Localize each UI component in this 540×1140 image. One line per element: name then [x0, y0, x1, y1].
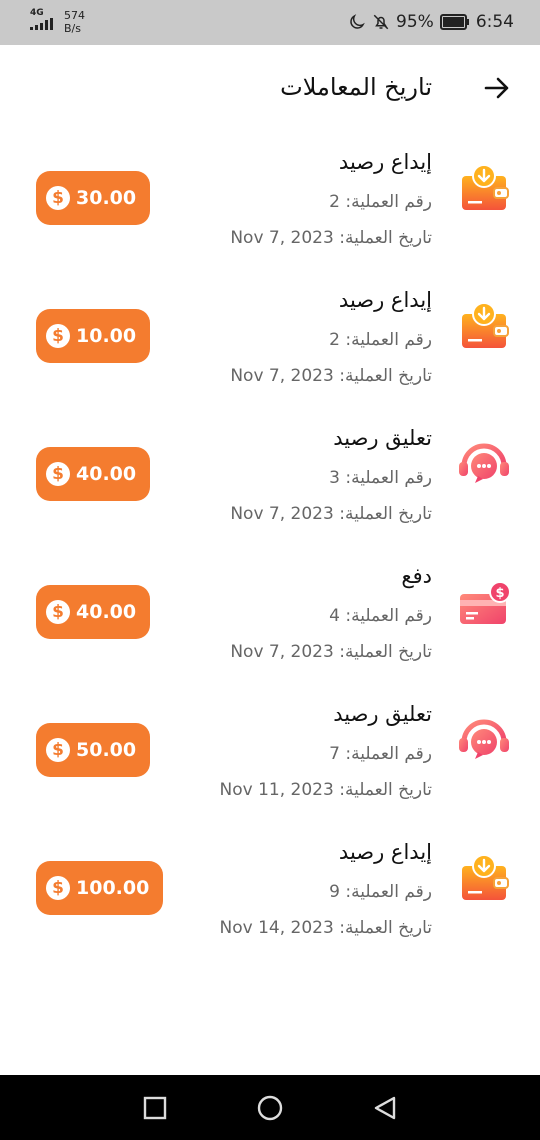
app-header: تاريخ المعاملات	[0, 45, 540, 131]
transaction-number: رقم العملية: 7	[329, 744, 432, 764]
battery-percent: 95%	[396, 12, 434, 32]
op-number-value: 3	[329, 468, 340, 488]
transaction-type: إيداع رصيد	[338, 288, 432, 312]
op-number-label: رقم العملية:	[345, 606, 432, 626]
amount-badge[interactable]: $ 50.00	[36, 723, 151, 777]
transaction-number: رقم العملية: 2	[329, 192, 432, 212]
amount-badge[interactable]: $ 40.00	[36, 585, 151, 639]
op-date-value: Nov 7, 2023	[230, 642, 334, 662]
square-icon	[143, 1096, 167, 1120]
transaction-date: تاريخ العملية: Nov 14, 2023	[220, 918, 432, 938]
transaction-row[interactable]: إيداع رصيد رقم العملية: 9 تاريخ العملية:…	[0, 828, 540, 966]
amount-badge[interactable]: $ 40.00	[36, 447, 151, 501]
op-date-label: تاريخ العملية:	[339, 642, 432, 662]
transaction-row[interactable]: تعليق رصيد رقم العملية: 7 تاريخ العملية:…	[0, 690, 540, 828]
op-number-value: 2	[329, 330, 340, 350]
op-date-label: تاريخ العملية:	[339, 918, 432, 938]
dollar-icon: $	[46, 600, 70, 624]
network-indicator: 4G	[30, 9, 56, 33]
op-date-label: تاريخ العملية:	[339, 780, 432, 800]
amount-value: 30.00	[76, 187, 137, 209]
transaction-type: إيداع رصيد	[338, 150, 432, 174]
op-date-value: Nov 7, 2023	[230, 228, 334, 248]
signal-icon	[30, 18, 53, 30]
transaction-date: تاريخ العملية: Nov 7, 2023	[230, 642, 432, 662]
svg-text:$: $	[495, 586, 504, 601]
page-title: تاريخ المعاملات	[280, 73, 432, 101]
amount-value: 40.00	[76, 463, 137, 485]
dollar-icon: $	[46, 738, 70, 762]
transaction-date: تاريخ العملية: Nov 7, 2023	[230, 504, 432, 524]
bell-off-icon	[373, 14, 389, 30]
home-button[interactable]	[257, 1095, 283, 1121]
amount-value: 10.00	[76, 325, 137, 347]
dollar-icon: $	[46, 462, 70, 486]
speed-unit: B/s	[64, 22, 81, 35]
op-number-label: رقم العملية:	[345, 192, 432, 212]
recents-button[interactable]	[142, 1095, 168, 1121]
card-payment-icon: $	[456, 576, 512, 632]
op-date-label: تاريخ العملية:	[339, 366, 432, 386]
moon-icon	[350, 14, 365, 29]
wallet-deposit-icon	[456, 852, 512, 908]
op-number-label: رقم العملية:	[345, 468, 432, 488]
support-headset-icon	[456, 714, 512, 770]
wallet-deposit-icon	[456, 162, 512, 218]
dollar-icon: $	[46, 324, 70, 348]
amount-value: 50.00	[76, 739, 137, 761]
amount-value: 100.00	[76, 877, 150, 899]
transaction-number: رقم العملية: 9	[329, 882, 432, 902]
transaction-date: تاريخ العملية: Nov 7, 2023	[230, 228, 432, 248]
amount-badge[interactable]: $ 10.00	[36, 309, 151, 363]
navigation-bar	[0, 1075, 540, 1140]
battery-icon	[439, 14, 470, 30]
support-headset-icon	[456, 438, 512, 494]
transaction-number: رقم العملية: 3	[329, 468, 432, 488]
transaction-row[interactable]: إيداع رصيد رقم العملية: 2 تاريخ العملية:…	[0, 138, 540, 276]
dollar-icon: $	[46, 876, 70, 900]
transaction-number: رقم العملية: 4	[329, 606, 432, 626]
amount-badge[interactable]: $ 30.00	[36, 171, 151, 225]
op-date-value: Nov 7, 2023	[230, 504, 334, 524]
clock: 6:54	[475, 12, 514, 32]
op-date-label: تاريخ العملية:	[339, 504, 432, 524]
status-right: 95% 6:54	[348, 12, 514, 32]
transaction-type: دفع	[401, 564, 432, 588]
network-speed: 574 B/s	[64, 9, 85, 35]
op-date-value: Nov 11, 2023	[219, 780, 334, 800]
op-number-value: 4	[329, 606, 340, 626]
triangle-back-icon	[374, 1096, 396, 1120]
op-number-value: 7	[329, 744, 340, 764]
op-date-value: Nov 7, 2023	[230, 366, 334, 386]
op-date-label: تاريخ العملية:	[339, 228, 432, 248]
op-number-value: 2	[329, 192, 340, 212]
transaction-row[interactable]: $ دفع رقم العملية: 4 تاريخ العملية: Nov …	[0, 552, 540, 690]
transaction-number: رقم العملية: 2	[329, 330, 432, 350]
amount-badge[interactable]: $ 100.00	[36, 861, 164, 915]
back-nav-button[interactable]	[372, 1095, 398, 1121]
op-number-value: 9	[329, 882, 340, 902]
transaction-list: إيداع رصيد رقم العملية: 2 تاريخ العملية:…	[0, 138, 540, 966]
transaction-type: إيداع رصيد	[338, 840, 432, 864]
transaction-row[interactable]: تعليق رصيد رقم العملية: 3 تاريخ العملية:…	[0, 414, 540, 552]
speed-value: 574	[64, 9, 85, 22]
op-date-value: Nov 14, 2023	[219, 918, 334, 938]
amount-value: 40.00	[76, 601, 137, 623]
op-number-label: رقم العملية:	[345, 882, 432, 902]
circle-icon	[257, 1095, 283, 1121]
status-left: 4G 574 B/s	[30, 9, 85, 35]
dollar-icon: $	[46, 186, 70, 210]
transaction-type: تعليق رصيد	[333, 702, 432, 726]
network-type: 4G	[30, 8, 44, 18]
op-number-label: رقم العملية:	[345, 330, 432, 350]
wallet-deposit-icon	[456, 300, 512, 356]
transaction-date: تاريخ العملية: Nov 11, 2023	[220, 780, 432, 800]
back-button[interactable]	[482, 73, 512, 103]
status-bar: 4G 574 B/s 95% 6:54	[0, 0, 540, 45]
op-number-label: رقم العملية:	[345, 744, 432, 764]
transaction-row[interactable]: إيداع رصيد رقم العملية: 2 تاريخ العملية:…	[0, 276, 540, 414]
transaction-date: تاريخ العملية: Nov 7, 2023	[230, 366, 432, 386]
transaction-type: تعليق رصيد	[333, 426, 432, 450]
arrow-right-icon	[484, 77, 509, 99]
